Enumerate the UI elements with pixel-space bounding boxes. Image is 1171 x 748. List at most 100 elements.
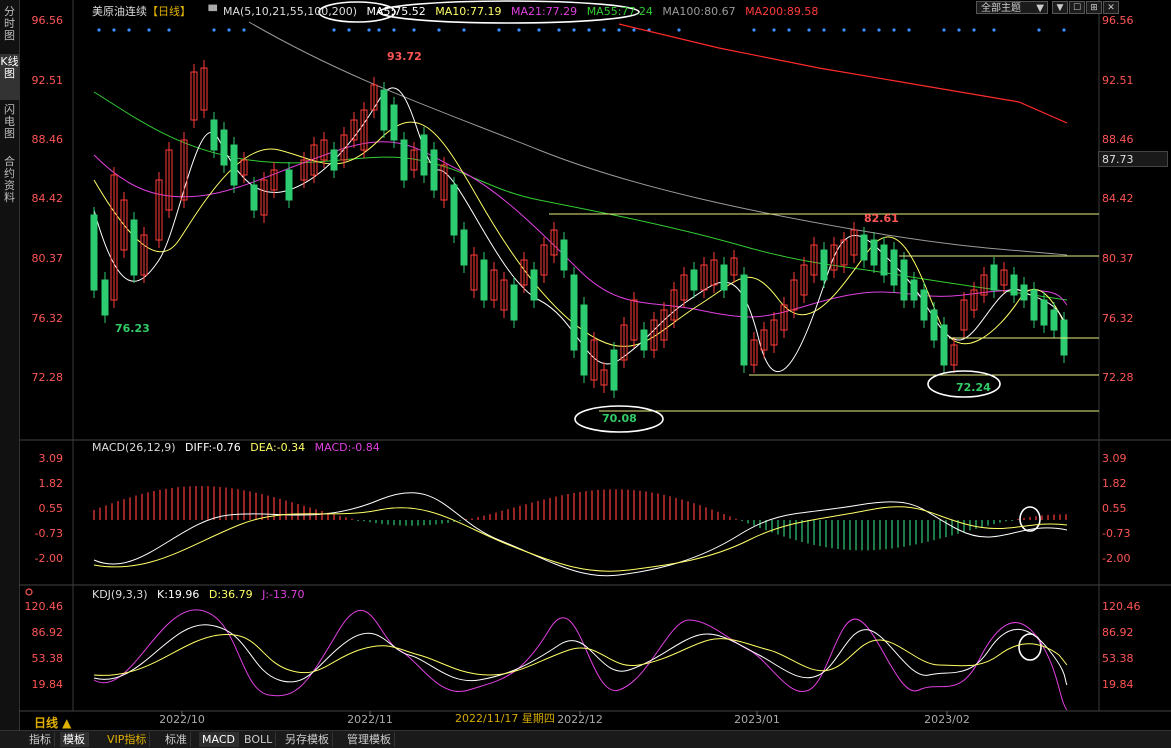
price-axis-label-left: 96.56 [32,14,64,27]
ma5-value: MA5:75.52 [366,5,426,18]
candle-body [101,279,109,316]
signal-dot [752,28,756,32]
chart-canvas[interactable]: 96.56 92.51 88.46 84.42 80.37 76.32 72.28 96.56… [19,0,1171,730]
macd-diff: DIFF:-0.76 [185,441,241,454]
signal-dot [392,28,396,32]
candle-body [580,304,588,376]
macd-axis-label: -2.00 [35,552,63,565]
tab-vip-indicator[interactable]: VIP指标 [104,732,151,747]
candle-body [1020,284,1028,301]
tab-timeshare[interactable]: 分时图 [0,4,19,46]
macd-axis-label: 0.55 [1102,502,1127,515]
candle-body [1030,289,1038,321]
dropdown-button[interactable]: ▼ [1052,1,1068,14]
price-axis-label-right: 92.51 [1102,74,1134,87]
tab-indicator[interactable]: 指标 [26,732,55,747]
macd-axis-label: -0.73 [35,527,63,540]
macd-axis-label: 3.09 [1102,452,1127,465]
candle-body [460,229,468,266]
kline-chart-area[interactable]: 96.56 92.51 88.46 84.42 80.37 76.32 72.28 96.56… [19,0,1171,730]
period-selector[interactable]: 日线 ▲ [34,714,71,731]
tab-standard[interactable]: 标准 [162,732,191,747]
macd-axis-label: 1.82 [1102,477,1127,490]
signal-dot [377,28,381,32]
signal-dot [497,28,501,32]
candle-body [530,269,538,301]
candle-body [820,249,828,281]
candle-body [860,234,868,261]
low-label: 70.08 [602,412,637,425]
layout-button[interactable]: ⊞ [1086,1,1102,14]
tab-macd[interactable]: MACD [199,732,239,747]
kdj-axis-label: 53.38 [32,652,64,665]
signal-dot [212,28,216,32]
macd-title: MACD(26,12,9) [92,441,176,454]
tab-tick-chart[interactable]: 闪电图 [0,102,19,148]
candle-body [560,239,568,271]
sidebar: 分时图 K线图 闪电图 合约资料 [0,0,20,730]
signal-dot [617,28,621,32]
chart-header: 美原油连续【日线】 ▀ MA(5,10,21,55,100,200) MA5:75… [92,3,824,19]
price-axis-label-right: 88.46 [1102,133,1134,146]
price-axis-label-left: 80.37 [32,252,64,265]
signal-dot [772,28,776,32]
tab-manage-template[interactable]: 管理模板 [344,732,395,747]
signal-dot [992,28,996,32]
candle-body [870,239,878,266]
signal-dot [462,28,466,32]
candle-body [90,214,98,291]
candle-body [450,184,458,236]
price-axis-label-left: 92.51 [32,74,64,87]
current-price-tag: 87.73 [1098,151,1168,167]
candle-body [1010,274,1018,296]
signal-dot [367,28,371,32]
signal-dot [677,28,681,32]
kdj-k-line [93,624,1068,686]
price-axis-label-left: 76.32 [32,312,64,325]
candle-body [940,324,948,366]
ma200-line [618,23,1068,124]
price-axis-label-right: 76.32 [1102,312,1134,325]
signal-dot [537,28,541,32]
kdj-axis-label: 86.92 [1102,626,1134,639]
collapse-icon[interactable]: ▀ [209,5,217,18]
candle-body [285,169,293,201]
candle-body [230,144,238,186]
tab-save-template[interactable]: 另存模板 [282,732,333,747]
price-axis-label-right: 96.56 [1102,14,1134,27]
candle-body [930,309,938,341]
macd-dea: DEA:-0.34 [250,441,306,454]
signal-dot [167,28,171,32]
candle-body [910,279,918,301]
kdj-axis-label: 86.92 [32,626,64,639]
signal-dot [862,28,866,32]
candle-body [900,259,908,301]
macd-value: MACD:-0.84 [314,441,380,454]
signal-dot [807,28,811,32]
kdj-axis-label: 120.46 [1102,600,1141,613]
signal-dot [97,28,101,32]
signal-dot [147,28,151,32]
restore-button[interactable]: ☐ [1069,1,1085,14]
close-button[interactable]: ✕ [1103,1,1119,14]
candle-body [130,219,138,276]
ma55-line [93,91,1068,301]
tab-contract-info[interactable]: 合约资料 [0,154,19,214]
signal-dot [822,28,826,32]
kdj-j: J:-13.70 [262,588,305,601]
candle-body [720,264,728,291]
low-label: 72.24 [956,381,991,394]
tab-kline[interactable]: K线图 [0,54,19,100]
theme-select[interactable]: 全部主题 ▼ [976,1,1048,14]
signal-dot [332,28,336,32]
macd-axis-label: -2.00 [1102,552,1130,565]
signal-dot [517,28,521,32]
kdj-k: K:19.96 [157,588,200,601]
tab-template[interactable]: 模板 [60,732,89,747]
signal-dot [1062,28,1066,32]
time-axis-label: 2022/10 [159,713,205,726]
ma200-value: MA200:89.58 [745,5,819,18]
signal-dot [587,28,591,32]
tab-boll[interactable]: BOLL [241,732,277,747]
signal-dot [942,28,946,32]
